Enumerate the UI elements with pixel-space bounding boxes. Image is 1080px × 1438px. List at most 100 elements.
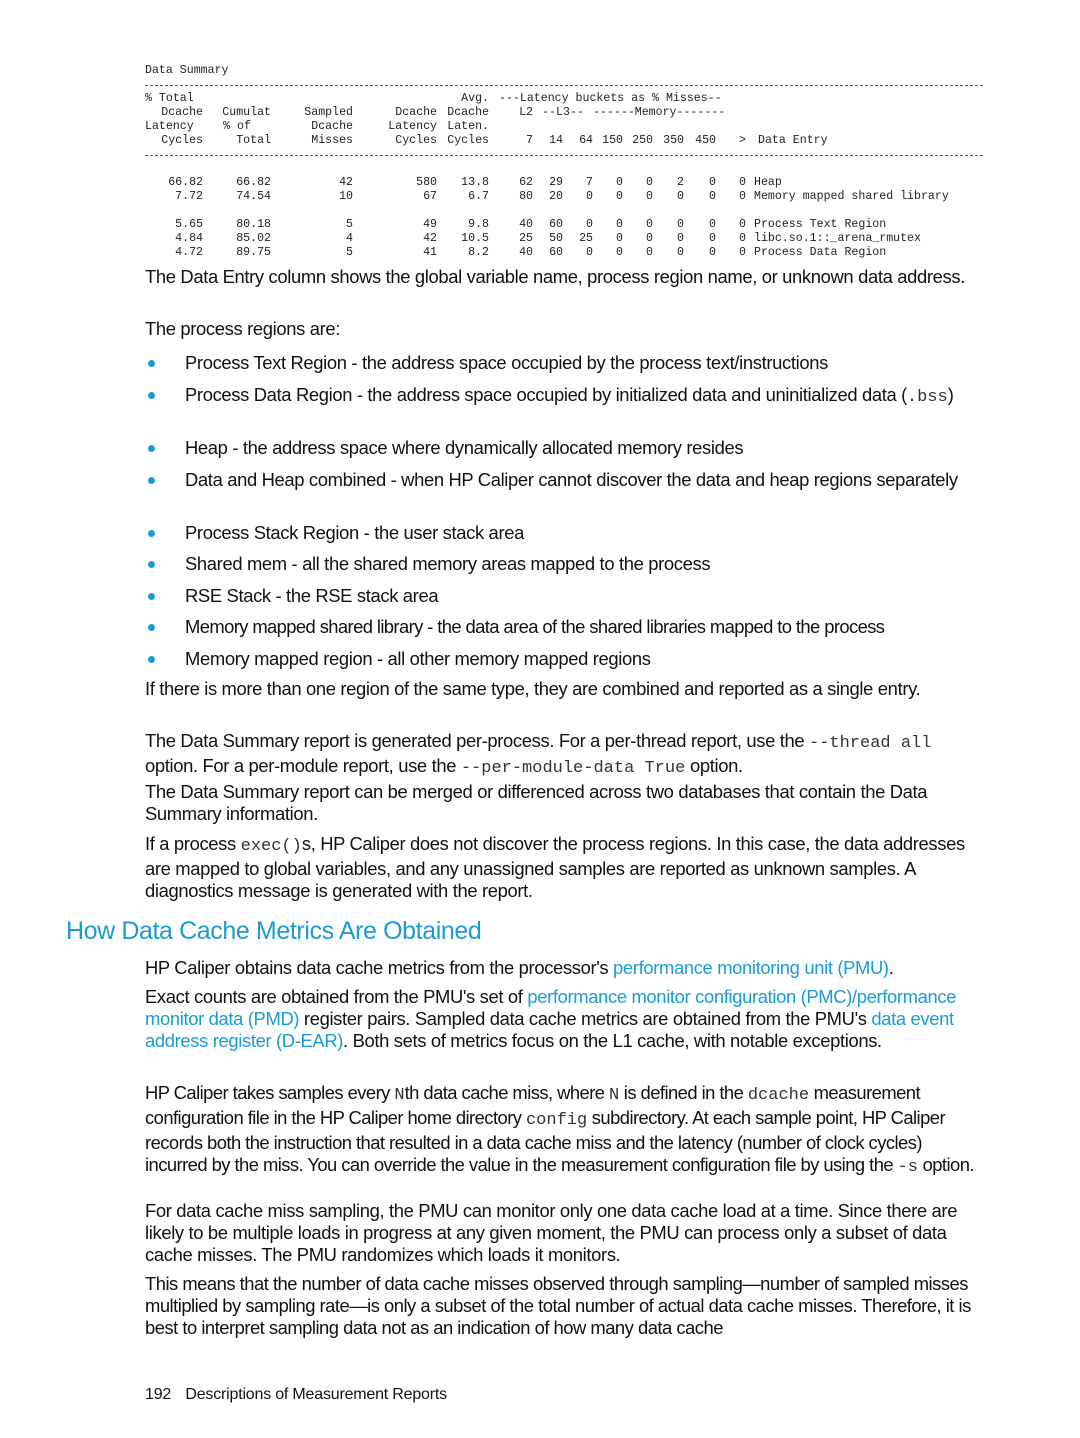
bucket-label: 350	[663, 134, 684, 147]
header-row-1: % Total Avg. ---Latency buckets as % Mis…	[145, 92, 983, 106]
cell-bucket: 0	[739, 190, 746, 203]
cell-bucket: 7	[586, 176, 593, 189]
code-config: config	[525, 1111, 588, 1130]
header-row-3: Latency % of Dcache Latency Laten.	[145, 120, 983, 134]
list-item: Process Stack Region - the user stack ar…	[145, 522, 987, 544]
cell-bucket: 0	[709, 246, 716, 259]
cell-pct-total: 5.65	[175, 218, 203, 231]
data-summary-body: 66.82 66.82 42 580 13.8 62 29 7 0 0 2 0 0 Heap 7.72 74.…	[145, 176, 983, 260]
bullet-icon	[148, 392, 155, 399]
cell-bucket: 29	[549, 176, 563, 189]
cell-bucket: 0	[616, 176, 623, 189]
paragraph-exec: If a process exec()s, HP Caliper does no…	[145, 833, 965, 901]
col-header: Latency	[388, 120, 437, 133]
cell-bucket: 20	[549, 190, 563, 203]
table-row: 66.82 66.82 42 580 13.8 62 29 7 0 0 2 0 0 Heap	[145, 176, 983, 190]
cell-bucket: 2	[677, 176, 684, 189]
cell-bucket: 0	[646, 218, 653, 231]
cell-bucket: 0	[646, 246, 653, 259]
cell-cumulative: 66.82	[236, 176, 271, 189]
cell-data-entry: libc.so.1::_arena_rmutex	[754, 232, 921, 245]
cell-avg-latency: 8.2	[468, 246, 489, 259]
cell-bucket: 0	[677, 190, 684, 203]
bucket-label: 450	[695, 134, 716, 147]
data-summary-report: Data Summary % Total Avg. ---Latency buc…	[145, 64, 983, 260]
col-header: Latency	[145, 120, 194, 133]
bullet-icon	[148, 477, 155, 484]
link-pmu[interactable]: performance monitoring unit (PMU)	[613, 957, 889, 978]
list-item: Heap - the address space where dynamical…	[145, 437, 987, 459]
paragraph-regions-intro: The process regions are:	[145, 318, 341, 339]
list-item: Process Text Region - the address space …	[145, 352, 987, 374]
col-header: Dcache	[447, 106, 489, 119]
cell-bucket: 0	[677, 246, 684, 259]
list-item: RSE Stack - the RSE stack area	[145, 585, 987, 607]
footer-section-title: Descriptions of Measurement Reports	[185, 1386, 447, 1403]
cell-bucket: 0	[586, 246, 593, 259]
paragraph-pmu: HP Caliper obtains data cache metrics fr…	[145, 957, 894, 978]
cell-bucket: 25	[579, 232, 593, 245]
cell-bucket: 0	[677, 218, 684, 231]
table-row: 4.72 89.75 5 41 8.2 40 60 0 0 0 0 0 0 Process Data Re…	[145, 246, 983, 260]
code-bss: .bss	[906, 388, 948, 407]
cell-pct-total: 4.84	[175, 232, 203, 245]
bucket-label: 250	[632, 134, 653, 147]
cell-bucket: 80	[519, 190, 533, 203]
cell-latency-cycles: 42	[423, 232, 437, 245]
dashed-divider	[145, 148, 983, 162]
cell-bucket: 60	[549, 246, 563, 259]
cell-data-entry: Process Text Region	[754, 218, 887, 231]
col-header: Cycles	[447, 134, 489, 147]
code-n: N	[394, 1086, 405, 1105]
code-thread-option: --thread all	[809, 734, 932, 753]
cell-sampled-misses: 42	[339, 176, 353, 189]
paragraph-means: This means that the number of data cache…	[145, 1273, 971, 1338]
cell-pct-total: 7.72	[175, 190, 203, 203]
cell-sampled-misses: 5	[346, 218, 353, 231]
table-row: 7.72 74.54 10 67 6.7 80 20 0 0 0 0 0 0 Memory mapped …	[145, 190, 983, 204]
list-item: Memory mapped shared library - the data …	[145, 616, 987, 638]
list-item: Memory mapped region - all other memory …	[145, 648, 987, 670]
cell-sampled-misses: 4	[346, 232, 353, 245]
paragraph-samples: HP Caliper takes samples every Nth data …	[145, 1082, 975, 1177]
col-header: Avg.	[461, 92, 489, 105]
col-header: Sampled	[304, 106, 353, 119]
paragraph-per-process: The Data Summary report is generated per…	[145, 730, 932, 778]
cell-bucket: 0	[739, 232, 746, 245]
list-item: Process Data Region - the address space …	[145, 384, 987, 409]
col-header: Cycles	[161, 134, 203, 147]
data-summary-title: Data Summary	[145, 64, 229, 77]
cell-avg-latency: 13.8	[461, 176, 489, 189]
col-header: Dcache	[311, 120, 353, 133]
code-n: N	[609, 1086, 620, 1105]
col-header-l3: --L3--	[542, 106, 584, 119]
paragraph-combined: If there is more than one region of the …	[145, 678, 921, 699]
header-row-4: Cycles Total Misses Cycles Cycles 7 14 6…	[145, 134, 983, 148]
col-header: Laten.	[447, 120, 489, 133]
cell-avg-latency: 10.5	[461, 232, 489, 245]
code-exec: exec()	[240, 837, 302, 856]
cell-bucket: 0	[616, 190, 623, 203]
cell-bucket: 0	[616, 218, 623, 231]
data-summary-table: % Total Avg. ---Latency buckets as % Mis…	[145, 92, 983, 148]
cell-bucket: 0	[646, 232, 653, 245]
cell-bucket: 50	[549, 232, 563, 245]
col-header: % of	[223, 120, 251, 133]
col-header: Misses	[311, 134, 353, 147]
col-header: % Total	[145, 92, 194, 105]
bullet-icon	[148, 530, 155, 537]
paragraph-data-entry: The Data Entry column shows the global v…	[145, 266, 965, 287]
bullet-icon	[148, 624, 155, 631]
header-row-2: Dcache Cumulat Sampled Dcache Dcache L2 …	[145, 106, 983, 120]
cell-bucket: 0	[709, 190, 716, 203]
bucket-label: 14	[549, 134, 563, 147]
bullet-icon	[148, 445, 155, 452]
col-header-l2: L2	[519, 106, 533, 119]
col-header-data-entry: Data Entry	[758, 134, 828, 147]
col-header-latency-buckets: ---Latency buckets as % Misses--	[499, 92, 722, 105]
cell-latency-cycles: 41	[423, 246, 437, 259]
cell-bucket: 25	[519, 232, 533, 245]
cell-bucket: 0	[677, 232, 684, 245]
cell-bucket: 0	[646, 190, 653, 203]
col-header: Dcache	[395, 106, 437, 119]
